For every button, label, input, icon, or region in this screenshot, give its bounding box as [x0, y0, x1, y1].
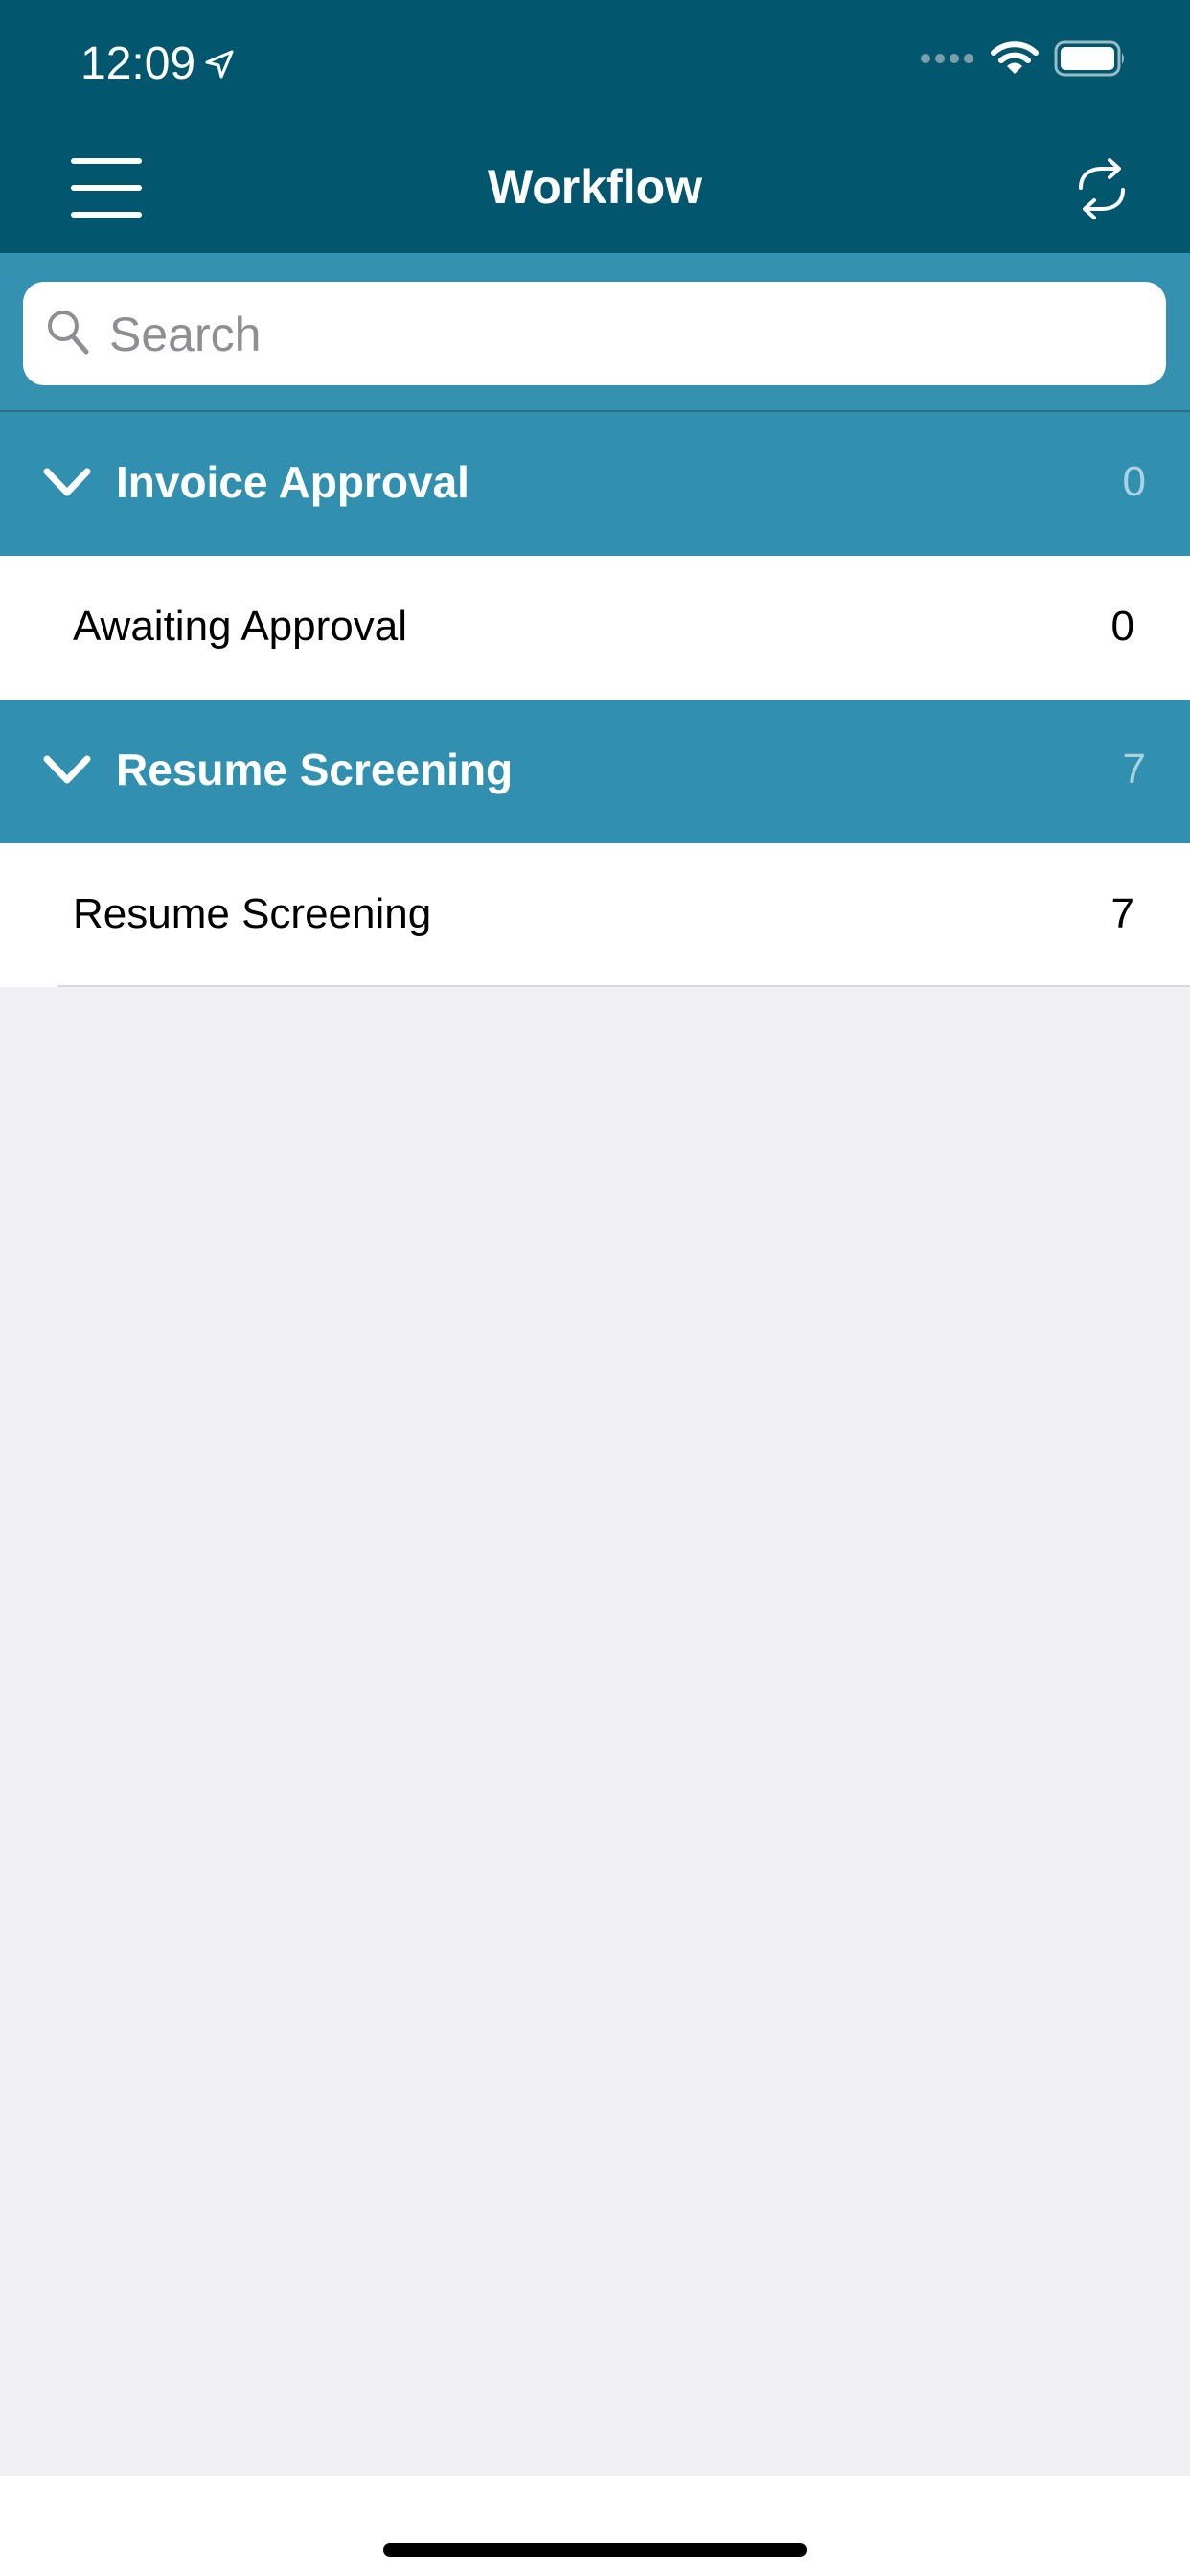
- section-count: 7: [1122, 746, 1146, 793]
- list-item-label: Awaiting Approval: [73, 603, 407, 650]
- page-title: Workflow: [487, 160, 703, 214]
- list-item-count: 0: [1110, 603, 1134, 650]
- list-item-count: 7: [1110, 890, 1134, 937]
- search-input[interactable]: [107, 301, 1146, 368]
- chevron-down-icon: [43, 755, 91, 784]
- section-count: 0: [1122, 458, 1146, 505]
- sync-button[interactable]: [1071, 157, 1133, 220]
- navigation-bar: 12:09 Workflow: [0, 0, 1190, 253]
- list-item-label: Resume Screening: [73, 890, 432, 937]
- list-item-resume-screening[interactable]: Resume Screening 7: [0, 843, 1190, 987]
- section-header-resume-screening[interactable]: Resume Screening 7: [0, 700, 1190, 843]
- battery-icon: [1054, 40, 1124, 77]
- home-indicator-area: [0, 2476, 1190, 2576]
- section-title: Resume Screening: [116, 745, 514, 794]
- chevron-down-icon: [43, 468, 91, 496]
- list-item-awaiting-approval[interactable]: Awaiting Approval 0: [0, 556, 1190, 700]
- search-box[interactable]: [23, 282, 1166, 385]
- search-bar-container: [0, 253, 1190, 412]
- sync-icon: [1079, 158, 1125, 219]
- status-bar-time: 12:09: [80, 36, 236, 92]
- wifi-icon: [991, 41, 1039, 74]
- location-arrow-icon: [205, 50, 234, 79]
- section-title: Invoice Approval: [116, 457, 469, 507]
- status-bar-indicators: [920, 40, 1127, 77]
- status-time-text: 12:09: [80, 38, 196, 89]
- home-indicator[interactable]: [383, 2543, 807, 2557]
- section-header-invoice-approval[interactable]: Invoice Approval 0: [0, 412, 1190, 556]
- signal-dots-icon: [921, 54, 973, 63]
- row-divider: [57, 985, 1190, 987]
- search-icon: [48, 310, 89, 355]
